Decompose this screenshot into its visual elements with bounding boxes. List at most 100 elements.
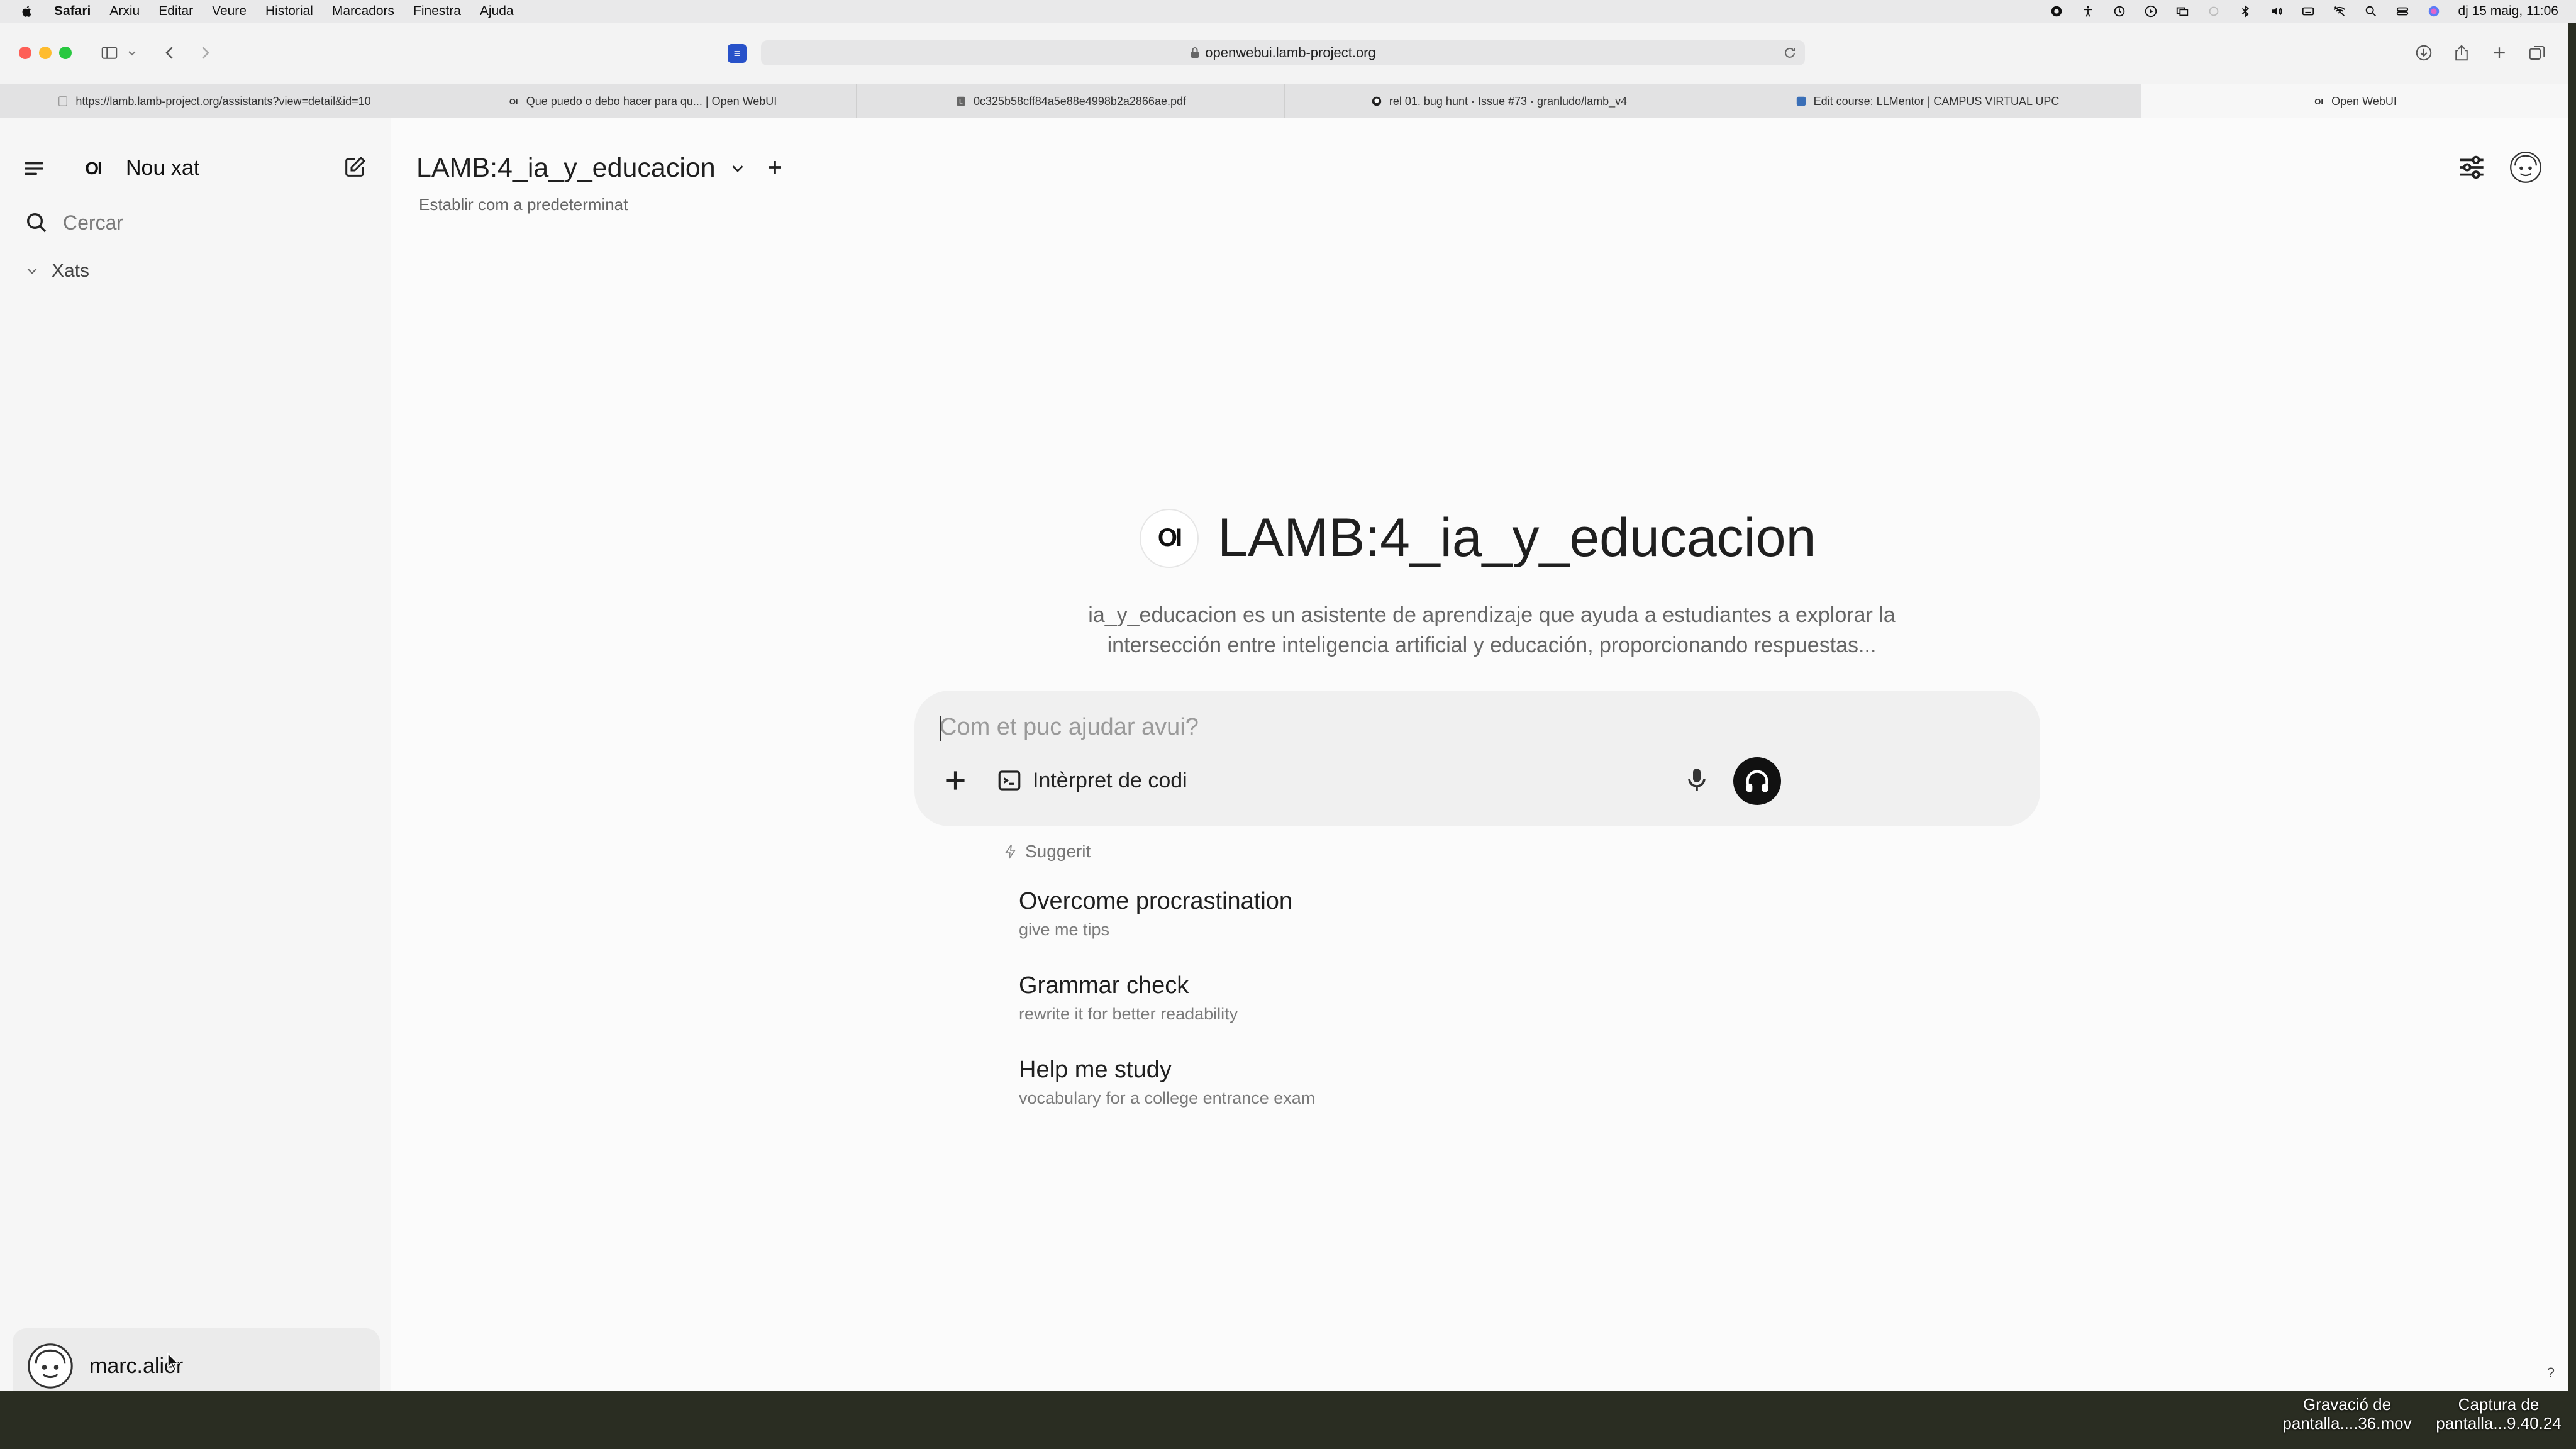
openwebui-logo: OI: [85, 158, 103, 178]
menu-finestra[interactable]: Finestra: [413, 4, 461, 19]
menu-historial[interactable]: Historial: [265, 4, 313, 19]
tab-title: 0c325b58cff84a5e88e4998b2a2866ae.pdf: [973, 94, 1186, 108]
moodle-icon: [1795, 95, 1807, 108]
pdf-icon: L: [955, 95, 967, 108]
code-interpreter-toggle[interactable]: Intèrpret de codi: [996, 765, 1187, 796]
accessibility-icon[interactable]: [2080, 4, 2096, 19]
menu-arxiu[interactable]: Arxiu: [109, 4, 140, 19]
tab-open-webui-active[interactable]: OI Open WebUI: [2141, 84, 2568, 118]
back-button[interactable]: [158, 42, 181, 64]
safari-window: ≡ openwebui.lamb-project.org https://lam…: [0, 23, 2568, 1391]
menu-app-name[interactable]: Safari: [54, 4, 91, 19]
add-model-icon[interactable]: [762, 155, 787, 180]
suggestion-subtitle: vocabulary for a college entrance exam: [1019, 1089, 1316, 1108]
tab-title: rel 01. bug hunt · Issue #73 · granludo/…: [1389, 94, 1628, 108]
menu-ajuda[interactable]: Ajuda: [480, 4, 514, 19]
controls-icon[interactable]: [2453, 148, 2490, 186]
text-caret: [940, 716, 941, 741]
address-bar[interactable]: openwebui.lamb-project.org: [761, 40, 1805, 65]
suggested-text: Suggerit: [1025, 841, 1091, 861]
bluetooth-icon[interactable]: [2238, 4, 2253, 19]
chats-section-toggle[interactable]: Xats: [24, 260, 89, 282]
minimize-window-button[interactable]: [39, 47, 52, 59]
menu-marcadors[interactable]: Marcadors: [332, 4, 394, 19]
record-icon[interactable]: [2049, 4, 2064, 19]
voice-mode-button[interactable]: [1733, 757, 1781, 805]
assistant-title: LAMB:4_ia_y_educacion: [1218, 508, 1816, 568]
share-icon[interactable]: [2450, 42, 2473, 64]
tab-overview-icon[interactable]: [2526, 42, 2548, 64]
tab-title: Edit course: LLMentor | CAMPUS VIRTUAL U…: [1813, 94, 2060, 108]
site-favicon-icon: ≡: [728, 44, 747, 63]
suggestion-item[interactable]: Overcome procrastination give me tips: [1019, 888, 1292, 940]
new-chat-icon[interactable]: [340, 152, 370, 182]
tab-title: Que puedo o debo hacer para qu... | Open…: [526, 94, 777, 108]
tab-openwebui-question[interactable]: OI Que puedo o debo hacer para qu... | O…: [428, 84, 857, 118]
siri-icon[interactable]: [2426, 4, 2441, 19]
lightning-icon: [1004, 844, 1016, 859]
assistant-logo: OI: [1140, 508, 1199, 568]
search-input[interactable]: [63, 209, 365, 236]
set-default-link[interactable]: Establir com a predeterminat: [419, 195, 628, 214]
forward-button[interactable]: [194, 42, 216, 64]
tab-title: https://lamb.lamb-project.org/assistants…: [75, 94, 371, 108]
openwebui-icon: OI: [2314, 96, 2323, 106]
wifi-off-icon[interactable]: [2332, 4, 2347, 19]
openwebui-icon: OI: [509, 96, 518, 106]
sidebar-menu-icon[interactable]: [19, 153, 49, 184]
menubar-clock[interactable]: dj 15 maig, 11:06: [2458, 4, 2558, 19]
browser-toolbar: ≡ openwebui.lamb-project.org: [0, 23, 2568, 84]
tab-lamb-assistants[interactable]: https://lamb.lamb-project.org/assistants…: [0, 84, 428, 118]
lock-icon: [1191, 47, 1199, 58]
tab-pdf[interactable]: L 0c325b58cff84a5e88e4998b2a2866ae.pdf: [857, 84, 1285, 118]
new-tab-icon[interactable]: [2488, 42, 2511, 64]
terminal-icon: [998, 770, 1021, 791]
play-icon[interactable]: [2143, 4, 2158, 19]
menu-veure[interactable]: Veure: [212, 4, 247, 19]
zoom-window-button[interactable]: [59, 47, 72, 59]
headphones-icon: [1746, 770, 1768, 792]
tab-bar: https://lamb.lamb-project.org/assistants…: [0, 84, 2568, 118]
suggestion-item[interactable]: Grammar check rewrite it for better read…: [1019, 972, 1238, 1024]
assistant-hero: OI LAMB:4_ia_y_educacion: [1140, 507, 1816, 569]
avatar: [25, 1341, 75, 1391]
search-icon: [21, 208, 52, 238]
time-machine-icon[interactable]: [2112, 4, 2127, 19]
chevron-down-icon: [27, 268, 37, 274]
menu-editar[interactable]: Editar: [158, 4, 193, 19]
apple-menu-icon[interactable]: [19, 3, 35, 19]
desktop-file-label[interactable]: Captura de pantalla...9.40.24: [2426, 1395, 2571, 1433]
message-input[interactable]: [940, 709, 2009, 745]
user-avatar-icon[interactable]: [2507, 148, 2545, 186]
sidebar-toggle-icon[interactable]: [98, 42, 121, 64]
new-chat-label[interactable]: Nou xat: [126, 156, 199, 180]
suggestion-title: Overcome procrastination: [1019, 888, 1293, 914]
chevron-down-icon[interactable]: [125, 42, 140, 64]
screen-mirroring-icon[interactable]: [2175, 4, 2190, 19]
tab-moodle-course[interactable]: Edit course: LLMentor | CAMPUS VIRTUAL U…: [1713, 84, 2141, 118]
control-center-icon[interactable]: [2395, 4, 2410, 19]
suggestion-title: Help me study: [1019, 1057, 1172, 1083]
spotlight-search-icon[interactable]: [2363, 4, 2379, 19]
downloads-icon[interactable]: [2412, 42, 2435, 64]
focus-icon[interactable]: [2206, 4, 2221, 19]
model-selector[interactable]: LAMB:4_ia_y_educacion: [416, 153, 747, 184]
volume-icon[interactable]: [2269, 4, 2284, 19]
suggestion-subtitle: give me tips: [1019, 920, 1110, 939]
tab-github-issue[interactable]: rel 01. bug hunt · Issue #73 · granludo/…: [1285, 84, 1713, 118]
logo-text: OI: [1157, 524, 1182, 552]
keyboard-icon[interactable]: [2301, 4, 2316, 19]
desktop-file-label[interactable]: Gravació de pantalla....36.mov: [2272, 1395, 2423, 1433]
suggestion-title: Grammar check: [1019, 972, 1189, 999]
address-text: openwebui.lamb-project.org: [1205, 45, 1376, 60]
model-name: LAMB:4_ia_y_educacion: [416, 153, 716, 183]
attach-plus-icon[interactable]: [940, 765, 971, 796]
reload-icon[interactable]: [1782, 45, 1797, 60]
user-menu-button[interactable]: marc.alier: [13, 1328, 380, 1391]
svg-text:L: L: [959, 99, 963, 105]
suggestion-item[interactable]: Help me study vocabulary for a college e…: [1019, 1057, 1315, 1108]
close-window-button[interactable]: [19, 47, 31, 59]
microphone-icon[interactable]: [1682, 765, 1712, 795]
github-icon: [1370, 95, 1383, 108]
help-button[interactable]: ?: [2547, 1365, 2555, 1381]
